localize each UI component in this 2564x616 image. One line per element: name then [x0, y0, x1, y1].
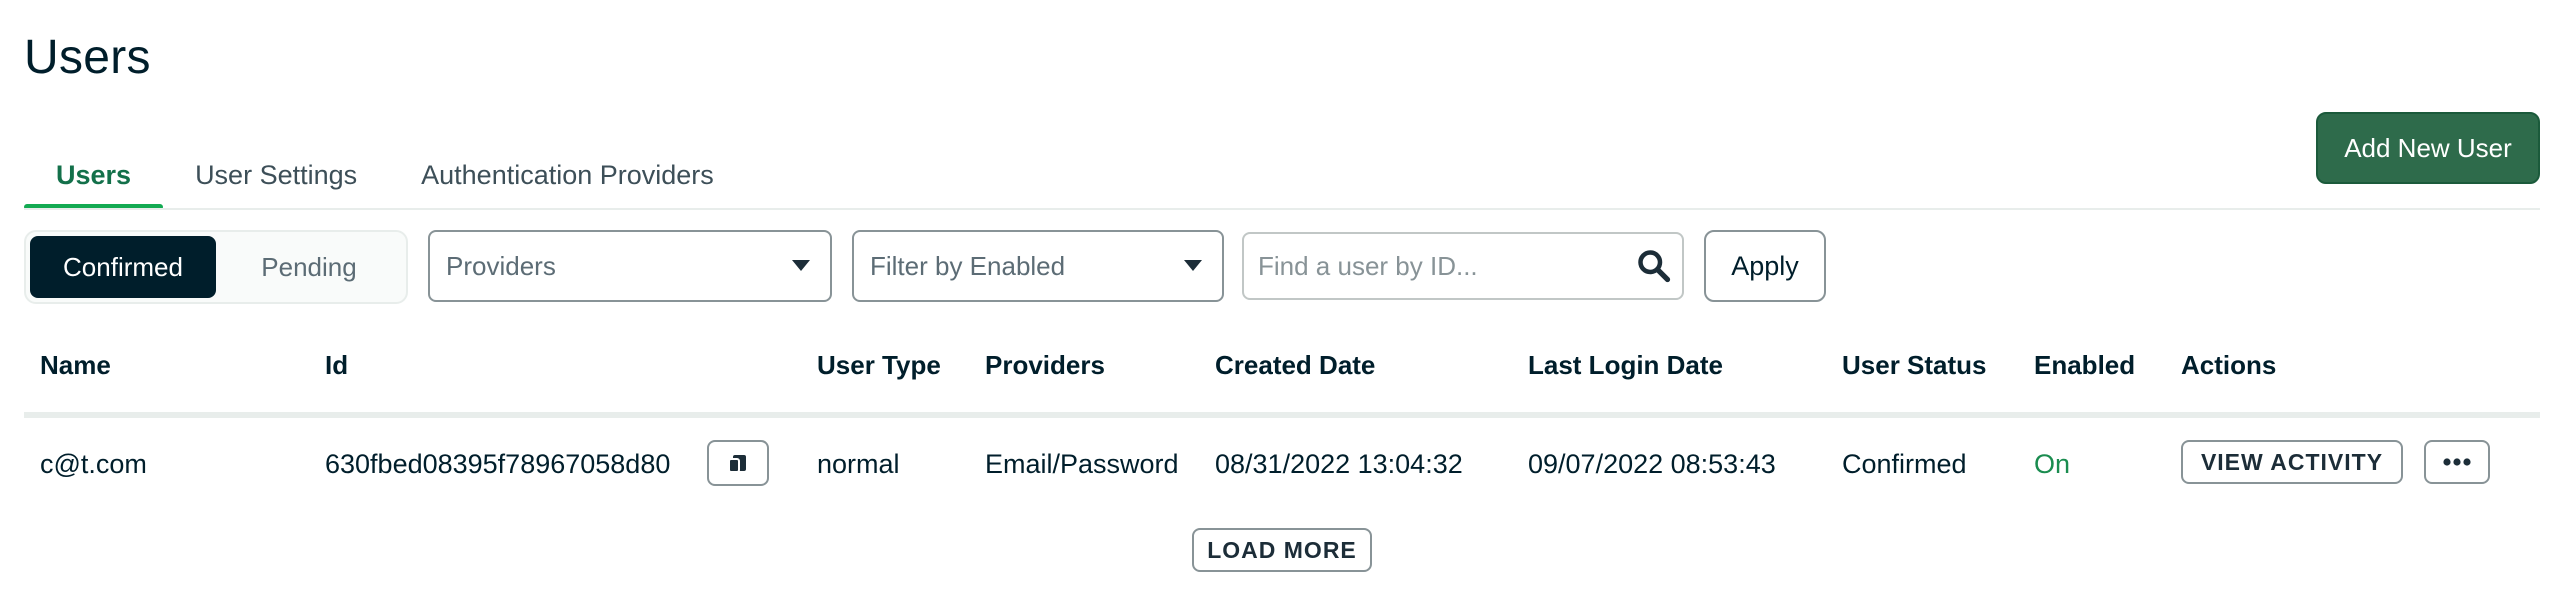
enabled-filter-select[interactable]: Filter by Enabled	[852, 230, 1224, 302]
tab-users[interactable]: Users	[24, 140, 164, 210]
caret-down-icon	[792, 260, 810, 271]
cell-id: 630fbed08395f78967058d80	[325, 448, 671, 479]
user-search-input[interactable]	[1258, 234, 1628, 298]
cell-enabled: On	[2034, 448, 2071, 479]
providers-select-value: Providers	[446, 250, 556, 281]
cell-created-date: 08/31/2022 13:04:32	[1215, 448, 1463, 479]
load-more-button[interactable]: LOAD MORE	[1192, 528, 1372, 572]
column-header-enabled: Enabled	[2034, 350, 2136, 380]
toggle-confirmed[interactable]: Confirmed	[30, 236, 216, 298]
table-header-divider	[24, 412, 2540, 418]
apply-button[interactable]: Apply	[1704, 230, 1826, 302]
column-header-id: Id	[325, 350, 349, 380]
column-header-user-status: User Status	[1842, 350, 1987, 380]
copy-id-button[interactable]	[707, 440, 769, 486]
caret-down-icon	[1184, 260, 1202, 271]
cell-name: c@t.com	[40, 448, 147, 479]
cell-providers: Email/Password	[985, 448, 1179, 479]
tab-user-settings[interactable]: User Settings	[163, 140, 389, 210]
search-icon[interactable]	[1636, 248, 1672, 284]
tab-authentication-providers[interactable]: Authentication Providers	[389, 140, 746, 210]
column-header-user-type: User Type	[817, 350, 941, 380]
copy-icon	[728, 455, 746, 473]
enabled-filter-select-value: Filter by Enabled	[870, 250, 1066, 281]
tab-bar: Users User Settings Authentication Provi…	[24, 140, 746, 210]
cell-user-type: normal	[817, 448, 900, 479]
ellipsis-icon	[2443, 458, 2471, 466]
add-new-user-button[interactable]: Add New User	[2316, 112, 2540, 184]
column-header-actions: Actions	[2181, 350, 2277, 380]
column-header-providers: Providers	[985, 350, 1105, 380]
column-header-last-login-date: Last Login Date	[1528, 350, 1724, 380]
page-title: Users	[24, 31, 151, 84]
column-header-created-date: Created Date	[1215, 350, 1376, 380]
user-search-field	[1242, 232, 1684, 300]
cell-user-status: Confirmed	[1842, 448, 1967, 479]
table-row: c@t.com 630fbed08395f78967058d80 normal …	[24, 440, 2540, 524]
view-activity-button[interactable]: VIEW ACTIVITY	[2181, 440, 2403, 484]
column-header-name: Name	[40, 350, 111, 380]
tab-divider	[24, 208, 2540, 210]
toggle-pending[interactable]: Pending	[216, 236, 402, 298]
more-actions-button[interactable]	[2424, 440, 2490, 484]
user-status-toggle: Confirmed Pending	[24, 230, 408, 304]
cell-last-login-date: 09/07/2022 08:53:43	[1528, 448, 1776, 479]
providers-select[interactable]: Providers	[428, 230, 832, 302]
